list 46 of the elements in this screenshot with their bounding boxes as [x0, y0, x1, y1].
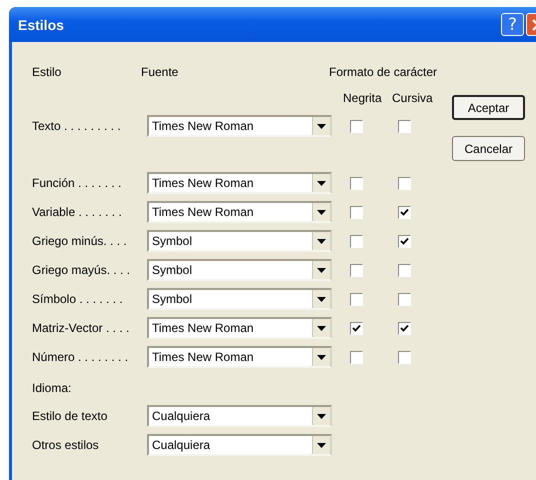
font-dropdown[interactable]: Times New Roman [147, 115, 332, 137]
checkbox[interactable] [398, 234, 410, 248]
font-dropdown[interactable]: Times New Roman [147, 172, 332, 194]
font-dropdown[interactable]: Symbol [147, 230, 332, 252]
checkbox[interactable] [350, 206, 362, 218]
cancel-button[interactable]: Cancelar [452, 136, 525, 161]
checkbox[interactable] [350, 120, 362, 132]
checkbox[interactable] [398, 292, 410, 306]
checkbox[interactable] [398, 120, 410, 132]
checkbox[interactable] [398, 176, 410, 190]
column-header: Formato de carácter [329, 65, 438, 79]
style-label: Número . . . . . . . . [32, 350, 130, 364]
language-dropdown[interactable]: Cualquiera [147, 434, 332, 456]
font-dropdown[interactable]: Times New Roman [147, 201, 332, 223]
style-label: Variable . . . . . . . [32, 205, 123, 219]
checkbox[interactable] [398, 206, 410, 218]
field-label: Estilo de texto [32, 409, 108, 423]
style-label: Símbolo . . . . . . . [32, 292, 124, 306]
column-header: Cursiva [392, 91, 433, 105]
checkbox[interactable] [398, 264, 410, 276]
checkbox[interactable] [350, 264, 362, 276]
style-label: Griego minús. . . . [32, 234, 128, 248]
field-label: Otros estilos [32, 438, 100, 452]
checkbox[interactable] [350, 292, 362, 306]
font-dropdown[interactable]: Symbol [147, 259, 332, 281]
font-dropdown[interactable]: Times New Roman [147, 317, 332, 339]
font-dropdown[interactable]: Times New Roman [147, 346, 332, 368]
column-header: Estilo [32, 65, 62, 79]
style-label: Función . . . . . . . [32, 176, 122, 190]
checkbox[interactable] [398, 322, 410, 334]
checkbox[interactable] [350, 176, 362, 190]
style-label: Matriz-Vector . . . . [32, 321, 130, 335]
checkbox[interactable] [350, 234, 362, 248]
window-title: Estilos [18, 16, 64, 32]
checkbox[interactable] [350, 322, 362, 334]
language-dropdown[interactable]: Cualquiera [147, 405, 332, 427]
column-header: Negrita [343, 91, 383, 105]
column-header: Fuente [141, 65, 180, 79]
accept-button[interactable]: Aceptar [452, 95, 525, 120]
checkbox[interactable] [350, 350, 362, 364]
checkbox[interactable] [398, 350, 410, 364]
font-dropdown[interactable]: Symbol [147, 288, 332, 310]
style-label: Texto . . . . . . . . . [32, 119, 122, 133]
help-button[interactable]: ? [501, 13, 524, 36]
section-label: Idioma: [32, 381, 72, 395]
style-label: Griego mayús. . . . [32, 263, 132, 277]
